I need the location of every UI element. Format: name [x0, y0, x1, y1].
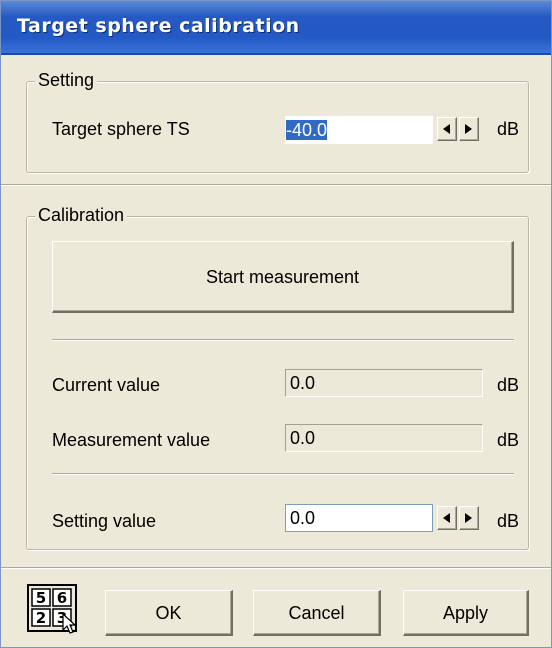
arrow-left-icon [443, 124, 450, 134]
numpad-key-6: 6 [57, 589, 67, 607]
setting-group: Setting Target sphere TS -40.0 dB [26, 70, 529, 173]
arrow-right-icon [465, 124, 472, 134]
target-ts-decrement[interactable] [437, 117, 457, 141]
numpad-key-2: 2 [36, 609, 46, 627]
numpad-icon: 5 6 2 3 [27, 584, 77, 634]
current-value-label: Current value [52, 375, 161, 395]
footer-divider [1, 567, 551, 569]
current-value-field: 0.0 [285, 369, 483, 397]
ok-button[interactable]: OK [105, 590, 233, 636]
target-ts-input[interactable]: -40.0 [285, 116, 433, 144]
current-value-unit: dB [497, 375, 520, 395]
setting-value-unit: dB [497, 511, 520, 531]
measurement-value: 0.0 [290, 428, 316, 448]
setting-value-increment[interactable] [459, 506, 479, 530]
current-value: 0.0 [290, 373, 316, 393]
setting-value-decrement[interactable] [437, 506, 457, 530]
arrow-left-icon [443, 513, 450, 523]
window-title: Target sphere calibration [17, 15, 300, 37]
measurement-value-label: Measurement value [52, 430, 211, 450]
start-measurement-button[interactable]: Start measurement [52, 241, 514, 313]
arrow-right-icon [465, 513, 472, 523]
calibration-group-label: Calibration [35, 205, 128, 226]
calibration-group: Calibration Start measurement Current va… [26, 205, 529, 550]
setting-value: 0.0 [290, 508, 316, 528]
calibration-dialog: Target sphere calibration Setting Target… [0, 0, 552, 648]
cancel-button[interactable]: Cancel [253, 590, 381, 636]
target-ts-value: -40.0 [286, 120, 328, 140]
section-divider [1, 184, 551, 186]
setting-group-label: Setting [35, 70, 98, 91]
calibration-divider-1 [52, 339, 514, 341]
measurement-value-field: 0.0 [285, 424, 483, 452]
target-ts-increment[interactable] [459, 117, 479, 141]
setting-value-label: Setting value [52, 511, 157, 531]
numpad-button[interactable]: 5 6 2 3 [27, 584, 79, 634]
title-bar[interactable]: Target sphere calibration [1, 1, 551, 55]
setting-value-input[interactable]: 0.0 [285, 504, 433, 532]
numpad-key-5: 5 [36, 589, 46, 607]
calibration-divider-2 [52, 473, 514, 475]
measurement-value-unit: dB [497, 430, 520, 450]
apply-button[interactable]: Apply [403, 590, 529, 636]
target-ts-label: Target sphere TS [52, 119, 190, 139]
target-ts-unit: dB [497, 119, 520, 139]
